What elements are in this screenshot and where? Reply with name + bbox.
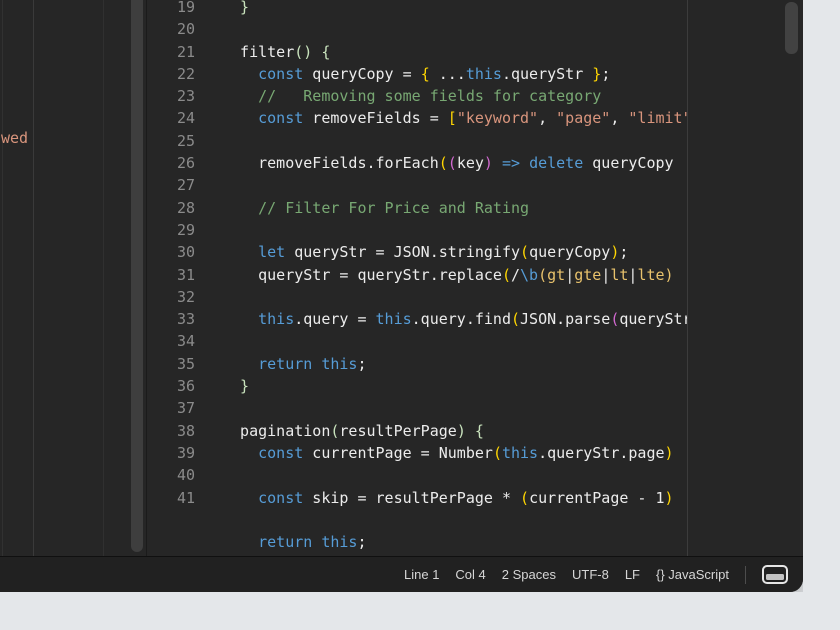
line-number (147, 509, 195, 531)
line-number (147, 531, 195, 553)
line-number: 20 (176, 20, 195, 39)
editor-window: wed 19 } 20 21 filter() {22 const queryCop… (0, 0, 803, 592)
code-text: return this; (258, 533, 367, 552)
code-line[interactable]: 23 // Removing some fields for category (147, 85, 687, 107)
code-text: queryStr = queryStr.replace(/\b(gt|gte|l… (222, 265, 674, 284)
status-divider (745, 565, 746, 584)
line-number: 21 (176, 42, 195, 61)
code-text: const currentPage = Number(this.queryStr… (258, 443, 674, 462)
status-bar: Line 1 Col 4 2 Spaces UTF-8 LF {} JavaSc… (0, 556, 803, 592)
desktop-background (803, 0, 840, 630)
line-number: 38 (176, 421, 195, 440)
code-line[interactable]: 20 (147, 18, 687, 40)
line-number: 28 (176, 198, 195, 217)
line-number: 35 (176, 354, 195, 373)
left-editor-pane[interactable]: wed (0, 0, 146, 556)
code-line[interactable]: 36 } (147, 375, 687, 397)
line-number: 32 (176, 287, 195, 306)
code-line[interactable]: 38 pagination(resultPerPage) { (147, 420, 687, 442)
code-text: } (222, 0, 250, 16)
code-line[interactable]: 35 return this; (147, 353, 687, 375)
line-number: 31 (176, 265, 195, 284)
status-language-mode[interactable]: {} JavaScript (656, 567, 729, 582)
status-cursor-line[interactable]: Line 1 (404, 567, 439, 582)
code-line[interactable]: return this; (147, 531, 687, 553)
code-text: } (222, 377, 250, 396)
line-number: 19 (176, 0, 195, 16)
line-number: 26 (176, 154, 195, 173)
code-line[interactable]: 41 const skip = resultPerPage * (current… (147, 487, 687, 509)
code-text: const removeFields = ["keyword", "page",… (258, 109, 687, 128)
line-number: 36 (176, 377, 195, 396)
code-text: const queryCopy = { ...this.queryStr }; (258, 64, 611, 83)
code-text: removeFields.forEach((key) => delete que… (222, 154, 674, 173)
status-indentation[interactable]: 2 Spaces (502, 567, 556, 582)
desktop-background (0, 592, 840, 630)
code-line[interactable]: 27 (147, 174, 687, 196)
code-line[interactable]: 30 let queryStr = JSON.stringify(queryCo… (147, 241, 687, 263)
line-number: 29 (176, 220, 195, 239)
editor-scrollbar-thumb[interactable] (785, 2, 798, 54)
line-number: 41 (176, 488, 195, 507)
code-line[interactable]: 32 (147, 286, 687, 308)
code-lines: 19 } 20 21 filter() {22 const queryCopy = … (147, 0, 687, 556)
clipped-string-text: wed (1, 129, 29, 147)
code-editor[interactable]: 19 } 20 21 filter() {22 const queryCopy = … (147, 0, 687, 556)
code-text: // Filter For Price and Rating (258, 198, 530, 217)
line-number: 39 (176, 443, 195, 462)
line-number: 37 (176, 399, 195, 418)
line-number: 22 (176, 64, 195, 83)
left-pane-scrollbar-thumb[interactable] (131, 0, 143, 552)
bottom-panel-icon[interactable] (762, 565, 788, 584)
code-line[interactable]: 21 filter() { (147, 41, 687, 63)
code-line[interactable]: 34 (147, 330, 687, 352)
line-number: 34 (176, 332, 195, 351)
code-text: const skip = resultPerPage * (currentPag… (258, 488, 674, 507)
code-text: this.query = this.query.find(JSON.parse(… (258, 310, 687, 329)
line-number: 30 (176, 243, 195, 262)
code-line[interactable]: 19 } (147, 0, 687, 18)
indent-guide (103, 0, 104, 556)
code-line[interactable]: 37 (147, 397, 687, 419)
line-number: 40 (176, 466, 195, 485)
bottom-panel-icon-fill (766, 574, 784, 580)
line-number: 27 (176, 176, 195, 195)
code-line[interactable]: 40 (147, 464, 687, 486)
code-text: filter() { (222, 42, 331, 61)
line-number: 24 (176, 109, 195, 128)
code-text: pagination(resultPerPage) { (222, 421, 484, 440)
status-encoding[interactable]: UTF-8 (572, 567, 609, 582)
code-text: return this; (258, 354, 367, 373)
code-line[interactable]: 26 removeFields.forEach((key) => delete … (147, 152, 687, 174)
code-line[interactable]: 29 (147, 219, 687, 241)
minimap-area[interactable] (688, 0, 803, 556)
code-line[interactable]: 25 (147, 130, 687, 152)
code-line[interactable]: 28 // Filter For Price and Rating (147, 197, 687, 219)
code-text: let queryStr = JSON.stringify(queryCopy)… (258, 243, 629, 262)
code-line[interactable]: 33 this.query = this.query.find(JSON.par… (147, 308, 687, 330)
line-number: 25 (176, 131, 195, 150)
indent-guide (2, 0, 3, 556)
code-line[interactable]: 31 queryStr = queryStr.replace(/\b(gt|gt… (147, 264, 687, 286)
code-text: // Removing some fields for category (258, 87, 602, 106)
line-number: 23 (176, 87, 195, 106)
indent-guide (33, 0, 34, 556)
status-eol[interactable]: LF (625, 567, 640, 582)
code-line[interactable]: 22 const queryCopy = { ...this.queryStr … (147, 63, 687, 85)
code-line[interactable]: 24 const removeFields = ["keyword", "pag… (147, 107, 687, 129)
code-line[interactable] (147, 509, 687, 531)
code-line[interactable]: 39 const currentPage = Number(this.query… (147, 442, 687, 464)
line-number: 33 (176, 310, 195, 329)
status-cursor-col[interactable]: Col 4 (455, 567, 485, 582)
